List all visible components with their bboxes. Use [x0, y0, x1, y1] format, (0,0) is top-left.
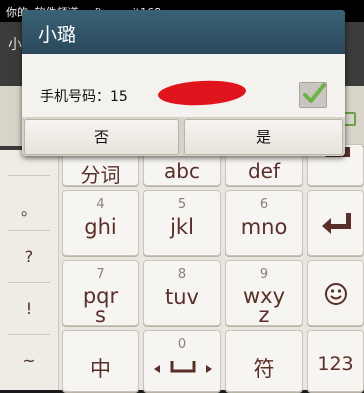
- space-bar-icon: [154, 361, 212, 373]
- symbol-question[interactable]: ?: [0, 247, 58, 266]
- key-label: def: [247, 159, 281, 183]
- enter-icon: [322, 213, 351, 234]
- confirm-dialog: 小璐 手机号码：15 否 是: [22, 10, 345, 156]
- key-number: 7: [96, 267, 105, 282]
- key-label: jkl: [170, 215, 194, 239]
- key-number: 9: [259, 267, 269, 282]
- key-123[interactable]: 123: [307, 330, 364, 392]
- key-label: abc: [164, 159, 200, 183]
- key-number: 4: [96, 197, 105, 212]
- check-icon: [303, 83, 326, 103]
- enter-key[interactable]: [307, 190, 364, 256]
- key-label: ghi: [84, 215, 117, 239]
- no-button[interactable]: 否: [24, 119, 179, 155]
- key-label: wxy z: [242, 284, 286, 327]
- key-label: 符: [253, 357, 275, 381]
- key-label: 123: [317, 353, 354, 375]
- symbol-exclamation[interactable]: !: [0, 299, 58, 318]
- dialog-title-bar: 小璐: [22, 10, 345, 54]
- key-zhong[interactable]: 中: [62, 330, 139, 392]
- symbol-tilde[interactable]: ~: [0, 351, 58, 370]
- phone-number-label: 手机号码：15: [40, 89, 128, 105]
- yes-button[interactable]: 是: [184, 119, 343, 155]
- symbol-divider: [8, 334, 50, 335]
- emoji-key[interactable]: [307, 260, 364, 326]
- key-ghi[interactable]: 4 ghi: [62, 190, 139, 256]
- dialog-buttons: 否 是: [22, 117, 345, 156]
- keyboard: 。 ? ! ~ 分词 abc def 4 ghi 5 jkl 6 mno 7 p…: [0, 144, 364, 392]
- key-tuv[interactable]: 8 tuv: [143, 260, 221, 326]
- key-label: tuv: [165, 285, 199, 309]
- key-jkl[interactable]: 5 jkl: [143, 190, 221, 256]
- symbol-period[interactable]: 。: [0, 196, 58, 220]
- confirm-checkbox[interactable]: [299, 82, 327, 108]
- key-label: 分词: [80, 163, 121, 187]
- symbol-column[interactable]: 。 ? ! ~: [0, 150, 59, 390]
- key-fu[interactable]: 符: [225, 330, 303, 392]
- symbol-divider: [8, 230, 50, 231]
- key-label: mno: [240, 215, 288, 239]
- key-number: 8: [177, 267, 187, 282]
- key-mno[interactable]: 6 mno: [225, 190, 303, 256]
- key-pqrs[interactable]: 7 pqr s: [62, 260, 139, 326]
- smiley-icon: [325, 283, 347, 305]
- app-title-fragment: 小: [8, 37, 22, 53]
- dialog-body: 手机号码：15: [22, 54, 345, 117]
- dialog-title: 小璐: [38, 24, 77, 46]
- redaction-mark: [157, 78, 247, 108]
- key-number: 6: [259, 197, 269, 212]
- key-wxyz[interactable]: 9 wxy z: [225, 260, 303, 326]
- key-label: pqr s: [82, 284, 119, 327]
- key-space[interactable]: 0: [143, 330, 221, 392]
- symbol-divider: [8, 175, 50, 176]
- key-number: 5: [177, 197, 187, 212]
- key-label: 中: [90, 357, 111, 381]
- symbol-divider: [8, 282, 50, 283]
